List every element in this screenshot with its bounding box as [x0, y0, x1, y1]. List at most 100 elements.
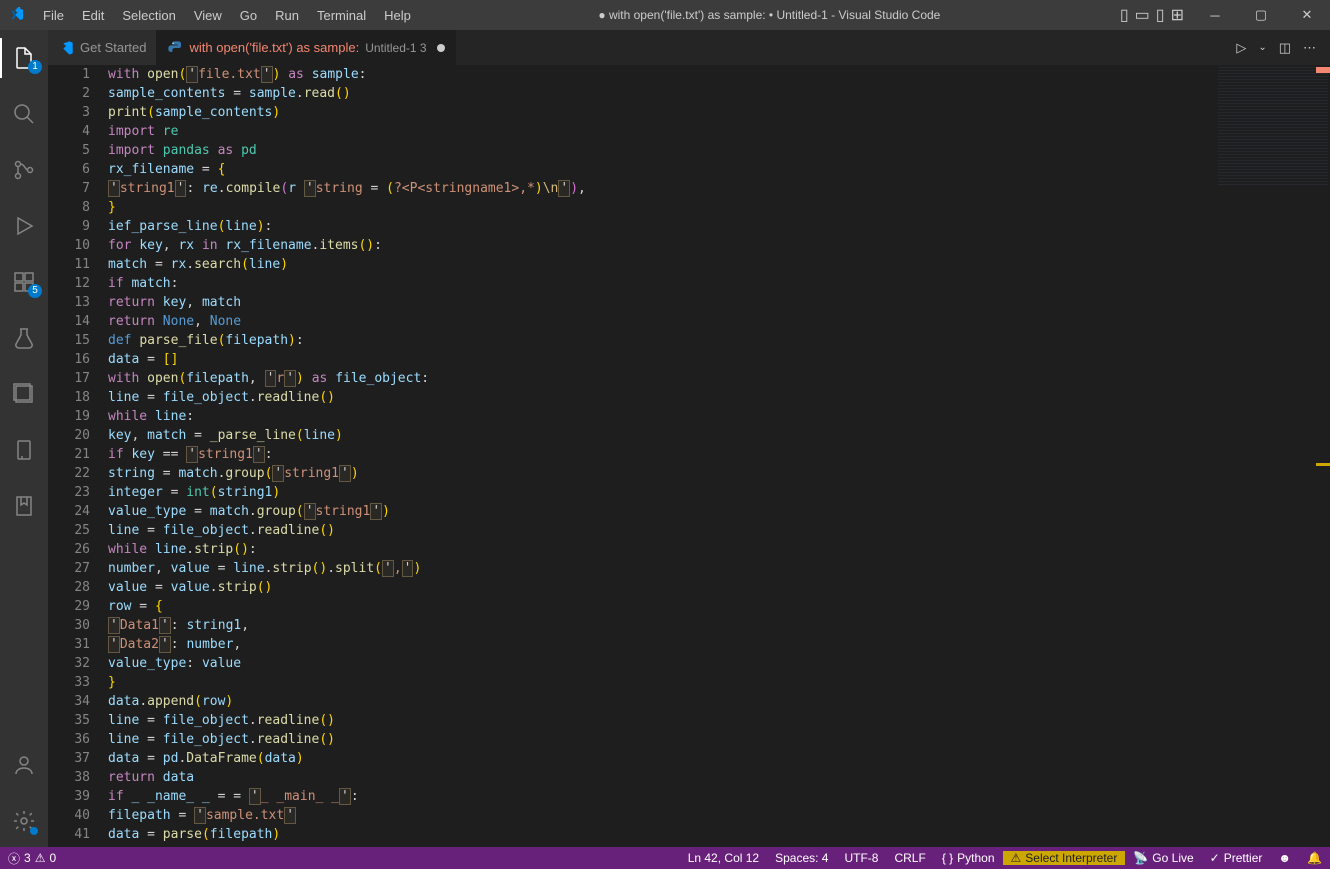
code-line[interactable]: line = file_object.readline() — [108, 711, 1210, 730]
code-line[interactable]: row = { — [108, 597, 1210, 616]
broadcast-icon: 📡 — [1133, 851, 1148, 865]
editor[interactable]: 1234567891011121314151617181920212223242… — [48, 65, 1330, 847]
code-line[interactable]: 'Data1': string1, — [108, 616, 1210, 635]
window-controls: ─ ▢ ✕ — [1192, 0, 1330, 30]
code-line[interactable]: print(data) — [108, 844, 1210, 847]
menu-view[interactable]: View — [186, 4, 230, 27]
code-line[interactable]: integer = int(string1) — [108, 483, 1210, 502]
maximize-button[interactable]: ▢ — [1238, 0, 1284, 30]
menu-terminal[interactable]: Terminal — [309, 4, 374, 27]
tab-suffix: Untitled-1 3 — [365, 41, 426, 55]
code-line[interactable]: key, match = _parse_line(line) — [108, 426, 1210, 445]
more-icon[interactable]: ⋯ — [1303, 40, 1316, 56]
explorer-badge: 1 — [28, 60, 42, 74]
code-line[interactable]: data = [] — [108, 350, 1210, 369]
code-line[interactable]: value = value.strip() — [108, 578, 1210, 597]
code-line[interactable]: print(sample_contents) — [108, 103, 1210, 122]
run-dropdown-icon[interactable]: ⌄ — [1258, 42, 1266, 53]
code-line[interactable]: } — [108, 673, 1210, 692]
code-line[interactable]: return None, None — [108, 312, 1210, 331]
tab-label: with open('file.txt') as sample: — [189, 40, 359, 55]
status-spaces[interactable]: Spaces: 4 — [767, 851, 836, 865]
layout-controls[interactable]: ▯ ▭ ▯ ⊞ — [1120, 5, 1184, 25]
code-line[interactable]: def parse_file(filepath): — [108, 331, 1210, 350]
code-line[interactable]: 'Data2': number, — [108, 635, 1210, 654]
menu-go[interactable]: Go — [232, 4, 265, 27]
menu-run[interactable]: Run — [267, 4, 307, 27]
code-line[interactable]: value_type = match.group('string1') — [108, 502, 1210, 521]
tabs-bar: Get Started with open('file.txt') as sam… — [48, 30, 1330, 65]
explorer-icon[interactable]: 1 — [0, 38, 48, 78]
code-line[interactable]: if match: — [108, 274, 1210, 293]
code-line[interactable]: data = parse(filepath) — [108, 825, 1210, 844]
code-line[interactable]: for key, rx in rx_filename.items(): — [108, 236, 1210, 255]
overview-ruler — [1316, 65, 1330, 847]
bookmark-icon[interactable] — [0, 486, 48, 526]
panel-left-icon[interactable]: ▯ — [1120, 5, 1129, 25]
run-icon[interactable]: ▷ — [1236, 40, 1246, 56]
braces-icon: { } — [942, 851, 953, 865]
tab-get-started[interactable]: Get Started — [48, 30, 157, 65]
status-eol[interactable]: CRLF — [886, 851, 933, 865]
minimap[interactable] — [1210, 65, 1330, 847]
code-line[interactable]: line = file_object.readline() — [108, 521, 1210, 540]
code-line[interactable]: line = file_object.readline() — [108, 730, 1210, 749]
settings-gear-icon[interactable] — [0, 801, 48, 841]
menu-edit[interactable]: Edit — [74, 4, 112, 27]
modified-dot-icon — [437, 44, 445, 52]
menu-selection[interactable]: Selection — [114, 4, 183, 27]
testing-icon[interactable] — [0, 318, 48, 358]
run-debug-icon[interactable] — [0, 206, 48, 246]
code-line[interactable]: line = file_object.readline() — [108, 388, 1210, 407]
code-line[interactable]: } — [108, 198, 1210, 217]
minimize-button[interactable]: ─ — [1192, 0, 1238, 30]
menu-file[interactable]: File — [35, 4, 72, 27]
database-icon[interactable] — [0, 430, 48, 470]
code-line[interactable]: while line: — [108, 407, 1210, 426]
code-line[interactable]: sample_contents = sample.read() — [108, 84, 1210, 103]
code-line[interactable]: if _ _name_ _ = = '_ _main_ _': — [108, 787, 1210, 806]
status-interpreter[interactable]: ⚠ Select Interpreter — [1003, 851, 1126, 865]
code-line[interactable]: rx_filename = { — [108, 160, 1210, 179]
code-line[interactable]: data = pd.DataFrame(data) — [108, 749, 1210, 768]
settings-badge — [30, 827, 38, 835]
menu-help[interactable]: Help — [376, 4, 419, 27]
status-problems[interactable]: ⓧ3 ⚠0 — [0, 847, 64, 869]
split-editor-icon[interactable]: ◫ — [1279, 40, 1291, 56]
account-icon[interactable] — [0, 745, 48, 785]
menu-bar: FileEditSelectionViewGoRunTerminalHelp — [35, 4, 419, 27]
code-area[interactable]: with open('file.txt') as sample:sample_c… — [108, 65, 1210, 847]
status-encoding[interactable]: UTF-8 — [836, 851, 886, 865]
code-line[interactable]: match = rx.search(line) — [108, 255, 1210, 274]
status-prettier[interactable]: ✓ Prettier — [1202, 851, 1271, 865]
code-line[interactable]: if key == 'string1': — [108, 445, 1210, 464]
code-line[interactable]: value_type: value — [108, 654, 1210, 673]
code-line[interactable]: with open('file.txt') as sample: — [108, 65, 1210, 84]
code-line[interactable]: import re — [108, 122, 1210, 141]
extensions-icon[interactable]: 5 — [0, 262, 48, 302]
tab-untitled-1[interactable]: with open('file.txt') as sample: Untitle… — [157, 30, 455, 65]
search-icon[interactable] — [0, 94, 48, 134]
code-line[interactable]: number, value = line.strip().split(',') — [108, 559, 1210, 578]
code-line[interactable]: with open(filepath, 'r') as file_object: — [108, 369, 1210, 388]
code-line[interactable]: 'string1': re.compile(r 'string = (?<P<s… — [108, 179, 1210, 198]
code-line[interactable]: return key, match — [108, 293, 1210, 312]
source-control-icon[interactable] — [0, 150, 48, 190]
status-line-col[interactable]: Ln 42, Col 12 — [680, 851, 767, 865]
code-line[interactable]: import pandas as pd — [108, 141, 1210, 160]
code-line[interactable]: data.append(row) — [108, 692, 1210, 711]
status-feedback-icon[interactable]: ☻ — [1270, 851, 1299, 865]
status-go-live[interactable]: 📡 Go Live — [1125, 851, 1201, 865]
status-bell-icon[interactable]: 🔔 — [1299, 851, 1330, 865]
close-button[interactable]: ✕ — [1284, 0, 1330, 30]
panel-bottom-icon[interactable]: ▭ — [1135, 5, 1150, 25]
references-icon[interactable] — [0, 374, 48, 414]
code-line[interactable]: string = match.group('string1') — [108, 464, 1210, 483]
code-line[interactable]: while line.strip(): — [108, 540, 1210, 559]
status-language[interactable]: { } Python — [934, 851, 1003, 865]
code-line[interactable]: return data — [108, 768, 1210, 787]
layout-icon[interactable]: ⊞ — [1171, 5, 1184, 25]
code-line[interactable]: ief_parse_line(line): — [108, 217, 1210, 236]
code-line[interactable]: filepath = 'sample.txt' — [108, 806, 1210, 825]
panel-right-icon[interactable]: ▯ — [1156, 5, 1165, 25]
